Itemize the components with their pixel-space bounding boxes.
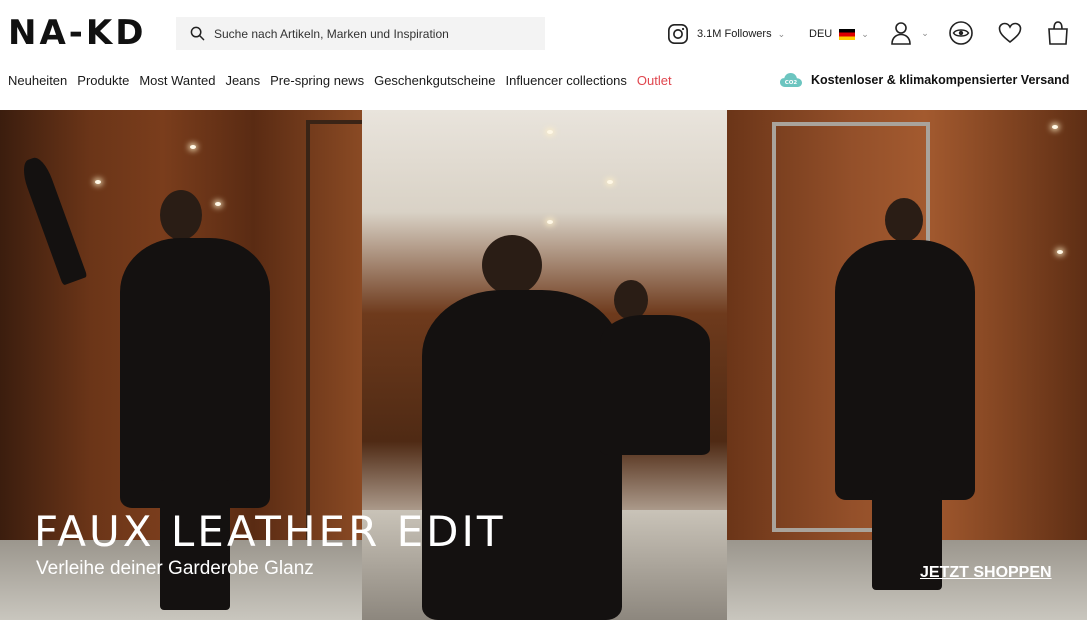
nav-item-produkte[interactable]: Produkte	[77, 73, 129, 88]
eye-icon	[949, 21, 973, 45]
co2-cloud-icon: CO2	[780, 73, 802, 87]
bag-icon	[1048, 21, 1068, 45]
followers-count: 3.1M Followers	[697, 28, 772, 40]
main-nav: Neuheiten Produkte Most Wanted Jeans Pre…	[8, 71, 682, 89]
hero-subtitle: Verleihe deiner Garderobe Glanz	[36, 558, 314, 579]
shipping-label: Kostenloser & klimakompensierter Versand	[811, 73, 1070, 87]
instagram-icon	[668, 24, 688, 44]
header: NA-KD 3.1M Followers ⌄ DEU ⌄ ⌄	[0, 0, 1087, 66]
nav-item-most-wanted[interactable]: Most Wanted	[139, 73, 215, 88]
wishlist-button[interactable]	[995, 18, 1025, 48]
hero-title: FAUX LEATHER EDIT	[34, 507, 506, 556]
heart-icon	[998, 22, 1022, 44]
nav-item-pre-spring-news[interactable]: Pre-spring news	[270, 73, 364, 88]
account-button[interactable]: ⌄	[887, 18, 931, 48]
hero-image-right	[727, 110, 1087, 620]
brand-logo[interactable]: NA-KD	[8, 16, 154, 50]
account-icon	[891, 22, 912, 45]
nav-item-neuheiten[interactable]: Neuheiten	[8, 73, 67, 88]
nav-item-influencer-collections[interactable]: Influencer collections	[506, 73, 627, 88]
chevron-down-icon: ⌄	[861, 28, 869, 39]
cart-button[interactable]	[1043, 18, 1073, 48]
region-selector[interactable]: DEU ⌄	[809, 21, 869, 47]
search-bar[interactable]	[176, 17, 545, 50]
co2-badge-text: CO2	[785, 80, 798, 86]
nav-item-jeans[interactable]: Jeans	[225, 73, 260, 88]
chevron-down-icon: ⌄	[921, 27, 929, 38]
nav-item-outlet[interactable]: Outlet	[637, 73, 672, 88]
shipping-banner[interactable]: CO2 Kostenloser & klimakompensierter Ver…	[779, 70, 1069, 90]
nav-item-geschenkgutscheine[interactable]: Geschenkgutscheine	[374, 73, 495, 88]
search-input[interactable]	[214, 26, 534, 41]
region-code: DEU	[809, 28, 833, 40]
shop-now-link[interactable]: JETZT SHOPPEN	[920, 564, 1052, 582]
germany-flag-icon	[839, 28, 856, 40]
recently-viewed-button[interactable]	[946, 18, 976, 48]
search-icon	[190, 26, 205, 41]
instagram-followers-dropdown[interactable]: 3.1M Followers ⌄	[667, 21, 785, 47]
brand-logo-text: NA-KD	[8, 13, 147, 53]
chevron-down-icon: ⌄	[777, 28, 786, 39]
